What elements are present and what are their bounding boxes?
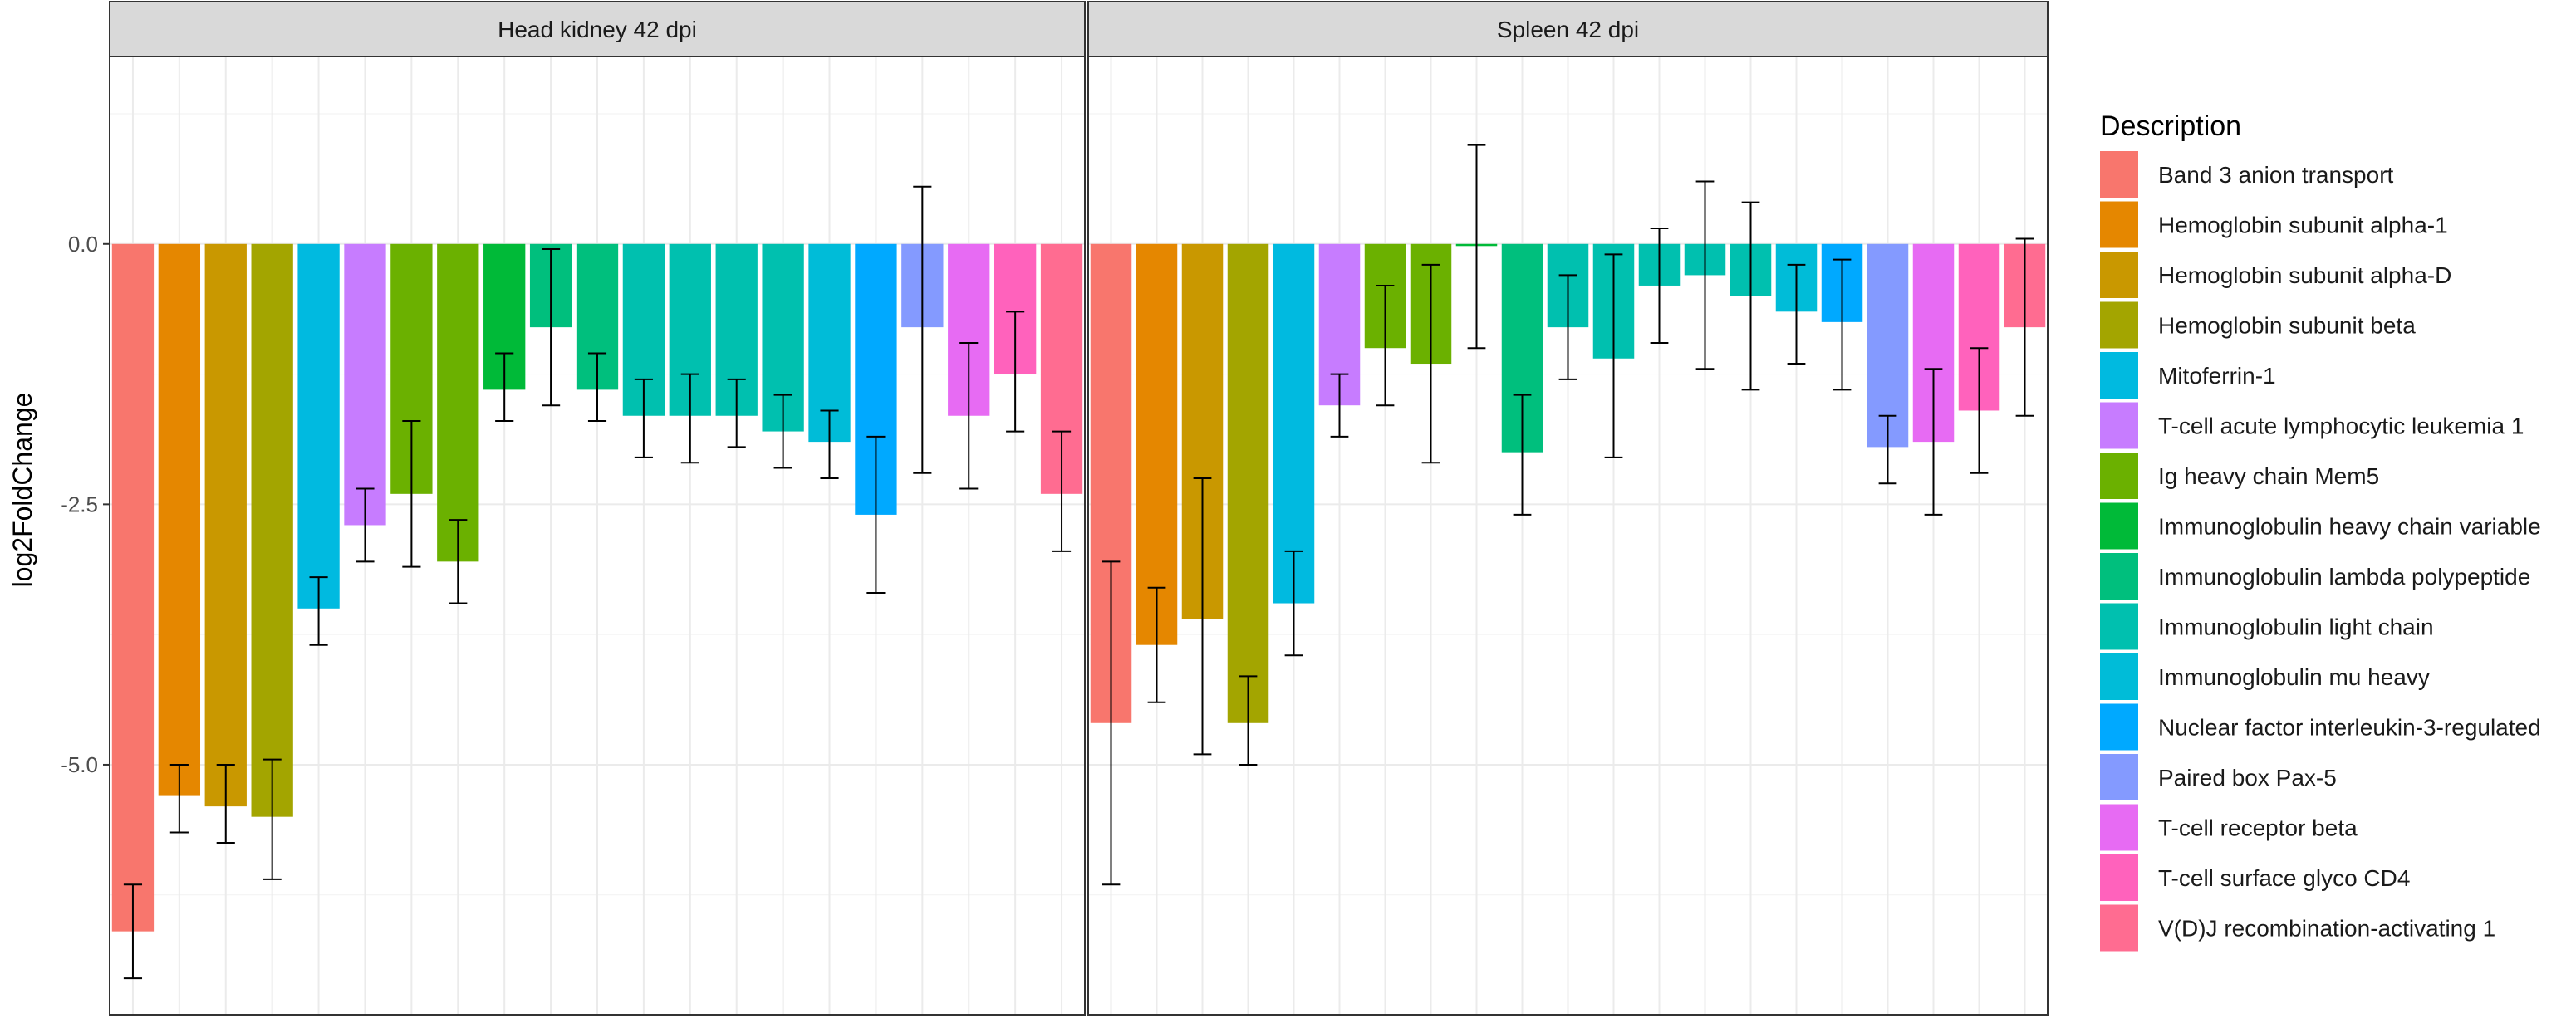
legend-label: Hemoglobin subunit alpha-D [2158,262,2451,288]
bar [158,243,201,796]
legend-item: Immunoglobulin heavy chain variable [2100,502,2541,550]
bar [437,243,479,562]
legend-item: T-cell surface glyco CD4 [2100,854,2410,901]
legend-label: Paired box Pax-5 [2158,765,2337,790]
legend-label: Immunoglobulin light chain [2158,614,2434,640]
legend-item: Mitoferrin-1 [2100,352,2276,399]
y-tick-label: -5.0 [61,752,98,777]
legend-key [2100,804,2138,851]
bar [1227,243,1269,723]
panel-2: Spleen 42 dpi [1087,1,2049,1016]
y-axis: 0.0 -2.5 -5.0 [61,232,110,777]
legend-key [2100,754,2138,800]
bar [1273,243,1315,604]
legend-item: V(D)J recombination-activating 1 [2100,904,2495,952]
panels-layer: Head kidney 42 dpi Spleen 42 dpi [109,1,2049,1016]
bar [344,243,386,526]
legend: Description Band 3 anion transport Hemoglo… [2100,110,2541,952]
y-axis-title: log2FoldChange [7,393,37,588]
legend-item: Immunoglobulin mu heavy [2100,653,2430,700]
bar [297,243,340,609]
legend-label: Immunoglobulin mu heavy [2158,664,2430,690]
legend-key [2100,703,2138,751]
faceted-bar-chart: Head kidney 42 dpi Spleen 42 dpi 0.0 -2.5 -… [7,1,2541,1016]
legend-label: Nuclear factor interleukin-3-regulated [2158,715,2541,741]
bar [1136,243,1178,645]
legend-key [2100,854,2138,901]
legend-label: Hemoglobin subunit alpha-1 [2158,213,2448,238]
legend-item: Immunoglobulin light chain [2100,603,2434,650]
facet-strip-title: Spleen 42 dpi [1497,17,1639,42]
legend-key [2100,904,2138,952]
legend-label: T-cell receptor beta [2158,815,2358,841]
legend-item: T-cell receptor beta [2100,804,2358,851]
legend-key [2100,301,2138,349]
legend-key [2100,201,2138,248]
y-tick-label: 0.0 [68,232,98,257]
legend-label: V(D)J recombination-activating 1 [2158,916,2495,942]
legend-label: Immunoglobulin lambda polypeptide [2158,564,2530,590]
legend-key [2100,453,2138,499]
legend-label: T-cell surface glyco CD4 [2158,865,2410,891]
legend-item: Immunoglobulin lambda polypeptide [2100,553,2530,600]
legend-label: Hemoglobin subunit beta [2158,313,2416,339]
legend-item: Paired box Pax-5 [2100,754,2337,800]
legend-key [2100,502,2138,550]
legend-key [2100,553,2138,600]
legend-label: Mitoferrin-1 [2158,363,2276,389]
legend-label: T-cell acute lymphocytic leukemia 1 [2158,414,2524,439]
legend-key [2100,151,2138,198]
legend-key [2100,653,2138,700]
legend-item: Band 3 anion transport [2100,151,2394,198]
legend-item: T-cell acute lymphocytic leukemia 1 [2100,402,2524,449]
legend-item: Nuclear factor interleukin-3-regulated [2100,703,2541,751]
legend-item: Hemoglobin subunit beta [2100,301,2416,349]
bar [204,243,247,807]
legend-key [2100,402,2138,449]
bar [111,243,155,932]
y-tick-label: -2.5 [61,492,98,516]
legend-item: Ig heavy chain Mem5 [2100,453,2379,499]
legend-key [2100,252,2138,298]
legend-label: Ig heavy chain Mem5 [2158,463,2379,489]
legend-item: Hemoglobin subunit alpha-1 [2100,201,2448,248]
legend-title: Description [2100,110,2241,142]
legend-label: Immunoglobulin heavy chain variable [2158,514,2541,540]
legend-key [2100,603,2138,650]
legend-label: Band 3 anion transport [2158,162,2394,188]
facet-strip-title: Head kidney 42 dpi [498,17,697,42]
legend-item: Hemoglobin subunit alpha-D [2100,252,2451,298]
panel-1: Head kidney 42 dpi [109,1,1086,1016]
legend-key [2100,352,2138,399]
bar [251,243,293,817]
